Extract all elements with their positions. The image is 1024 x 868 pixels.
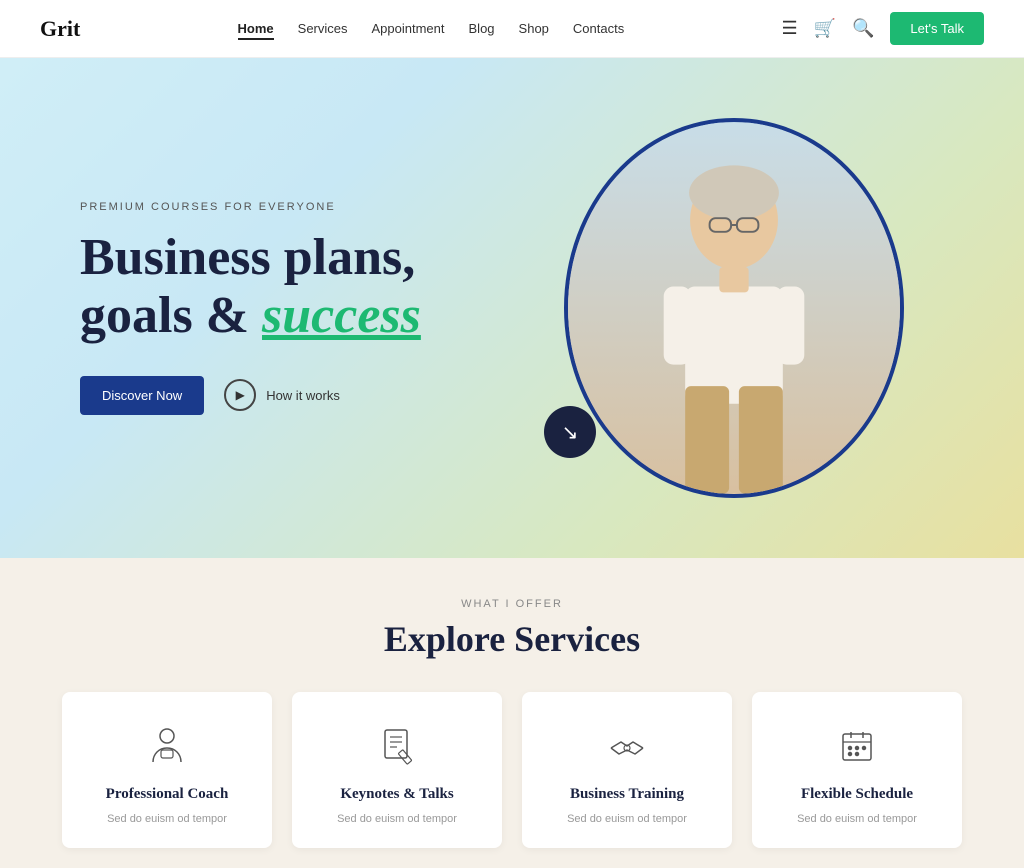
nav-item-contacts[interactable]: Contacts <box>573 20 624 38</box>
training-card-desc: Sed do euism od tempor <box>546 811 708 828</box>
how-it-works-button[interactable]: ▶ How it works <box>224 379 340 411</box>
services-title: Explore Services <box>40 618 984 660</box>
nav-icons: ☰ 🛒 🔍 Let's Talk <box>781 12 984 45</box>
nav-item-appointment[interactable]: Appointment <box>372 20 445 38</box>
hero-title-line1: Business plans, <box>80 229 415 286</box>
menu-icon[interactable]: ☰ <box>781 18 797 39</box>
hero-content: PREMIUM COURSES FOR EVERYONE Business pl… <box>80 201 524 414</box>
lets-talk-button[interactable]: Let's Talk <box>890 12 984 45</box>
keynotes-icon <box>373 722 421 770</box>
hero-image-area: ↘ <box>524 98 944 518</box>
service-card-business-training[interactable]: Business Training Sed do euism od tempor <box>522 692 732 848</box>
arrow-down-button[interactable]: ↘ <box>544 406 596 458</box>
hero-eyebrow: PREMIUM COURSES FOR EVERYONE <box>80 201 524 213</box>
hero-image-circle <box>564 118 904 498</box>
training-card-title: Business Training <box>546 786 708 803</box>
services-eyebrow: WHAT I OFFER <box>40 598 984 610</box>
schedule-icon <box>833 722 881 770</box>
search-icon[interactable]: 🔍 <box>852 18 874 39</box>
hero-highlight: success <box>262 287 421 344</box>
discover-now-button[interactable]: Discover Now <box>80 376 204 415</box>
cart-icon[interactable]: 🛒 <box>814 18 836 39</box>
hero-title-line2: goals & <box>80 287 262 344</box>
coach-card-desc: Sed do euism od tempor <box>86 811 248 828</box>
schedule-card-title: Flexible Schedule <box>776 786 938 803</box>
nav-item-home[interactable]: Home <box>238 20 274 38</box>
training-icon <box>603 722 651 770</box>
nav-item-services[interactable]: Services <box>298 20 348 38</box>
nav-item-shop[interactable]: Shop <box>519 20 549 38</box>
services-cards: Professional Coach Sed do euism od tempo… <box>40 692 984 848</box>
schedule-card-desc: Sed do euism od tempor <box>776 811 938 828</box>
site-logo: Grit <box>40 16 80 42</box>
nav-links: Home Services Appointment Blog Shop Cont… <box>238 20 625 38</box>
hero-actions: Discover Now ▶ How it works <box>80 376 524 415</box>
hero-section: PREMIUM COURSES FOR EVERYONE Business pl… <box>0 58 1024 558</box>
service-card-flexible-schedule[interactable]: Flexible Schedule Sed do euism od tempor <box>752 692 962 848</box>
play-icon: ▶ <box>224 379 256 411</box>
service-card-keynotes[interactable]: Keynotes & Talks Sed do euism od tempor <box>292 692 502 848</box>
nav-item-blog[interactable]: Blog <box>469 20 495 38</box>
service-card-professional-coach[interactable]: Professional Coach Sed do euism od tempo… <box>62 692 272 848</box>
hero-person-image <box>568 122 900 494</box>
how-it-works-label: How it works <box>266 388 340 403</box>
keynotes-card-desc: Sed do euism od tempor <box>316 811 478 828</box>
hero-title: Business plans, goals & success <box>80 229 524 343</box>
coach-card-title: Professional Coach <box>86 786 248 803</box>
services-section: WHAT I OFFER Explore Services Profession… <box>0 558 1024 868</box>
navbar: Grit Home Services Appointment Blog Shop… <box>0 0 1024 58</box>
coach-icon <box>143 722 191 770</box>
keynotes-card-title: Keynotes & Talks <box>316 786 478 803</box>
